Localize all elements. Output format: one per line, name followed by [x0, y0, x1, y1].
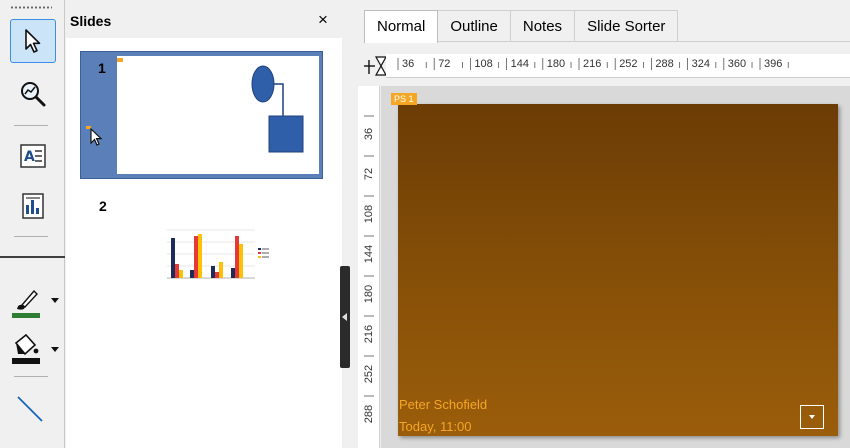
ruler-label: 108 [363, 204, 375, 224]
slide-thumbnail-2[interactable] [163, 224, 271, 282]
slide-1[interactable] [398, 104, 838, 436]
fill-color-icon [12, 333, 40, 364]
view-tabs: Normal Outline Notes Slide Sorter [364, 10, 679, 43]
fill-color-dropdown-icon[interactable] [51, 347, 59, 352]
ruler-label: 288 [655, 58, 674, 70]
svg-text:A: A [24, 149, 35, 165]
slides-list: 1 2 [66, 38, 342, 448]
line-color-button[interactable] [0, 280, 50, 324]
collapse-pane-handle[interactable] [340, 266, 350, 368]
zoom-tool-button[interactable] [10, 72, 56, 116]
line-color-dropdown-icon[interactable] [51, 298, 59, 303]
zoom-icon [21, 82, 46, 107]
slide-number: 1 [98, 60, 106, 76]
ruler-label: 180 [363, 284, 375, 304]
presentation-datetime: Today, 11:00 [399, 419, 472, 434]
toolbar-grip[interactable] [10, 6, 52, 9]
text-box-icon: A [20, 144, 46, 168]
ruler-label: 216 [583, 58, 602, 70]
ruler-label: 144 [510, 58, 529, 70]
tab-slide-sorter[interactable]: Slide Sorter [574, 10, 679, 42]
line-tool-button[interactable] [6, 386, 52, 430]
slides-pane-header: Slides × [66, 0, 342, 38]
slides-pane: Slides × 1 2 [66, 0, 342, 448]
ruler-label: 288 [363, 404, 375, 424]
ruler-label: 216 [363, 324, 375, 344]
cursor-icon [86, 126, 103, 146]
ruler-label: 72 [363, 167, 375, 181]
select-tool-button[interactable] [10, 19, 56, 63]
tab-normal[interactable]: Normal [364, 10, 439, 43]
drawing-toolbar: A [0, 0, 65, 448]
ruler-label: 396 [764, 58, 783, 70]
ruler-label: 360 [727, 58, 747, 70]
horizontal-ruler[interactable]: 36 72 108 144 180 216 252 288 324 360 396 [386, 54, 850, 78]
main-edit-area: Normal Outline Notes Slide Sorter 36 72 10… [350, 0, 850, 448]
text-box-button[interactable]: A [10, 134, 56, 178]
slide-thumbnail-1[interactable]: 1 [80, 51, 323, 179]
ruler-corner [362, 54, 388, 78]
slide-dropdown-button[interactable] [800, 405, 824, 429]
ruler-label: 36 [363, 127, 375, 141]
arrow-cursor-icon [25, 29, 41, 53]
slide-thumbnail-preview [117, 56, 319, 174]
insert-image-button[interactable] [10, 184, 56, 228]
slides-pane-title: Slides [70, 13, 112, 29]
close-icon[interactable]: × [318, 11, 328, 28]
vertical-ruler[interactable]: 36 72 108 144 180 216 252 288 [358, 86, 380, 448]
ruler-label: 252 [363, 364, 375, 384]
ruler-label: 180 [546, 58, 566, 70]
ruler-label: 144 [363, 244, 375, 264]
presenter-name: Peter Schofield [399, 397, 488, 412]
ruler-label: 72 [438, 58, 451, 70]
fill-color-button[interactable] [0, 326, 50, 370]
tab-outline[interactable]: Outline [437, 10, 511, 42]
ruler-label: 324 [691, 58, 710, 70]
line-tool-icon [17, 396, 43, 422]
insert-image-icon [22, 193, 44, 219]
ruler-label: 108 [474, 58, 493, 70]
slide-number: 2 [99, 198, 107, 214]
ruler-label: 36 [402, 58, 415, 70]
slide-1-shapes [117, 58, 304, 153]
line-color-icon [12, 289, 40, 318]
slide-2-chart-preview [167, 229, 269, 279]
tab-notes[interactable]: Notes [509, 10, 576, 42]
ruler-label: 252 [619, 58, 638, 70]
slide-tag: PS 1 [391, 93, 417, 105]
